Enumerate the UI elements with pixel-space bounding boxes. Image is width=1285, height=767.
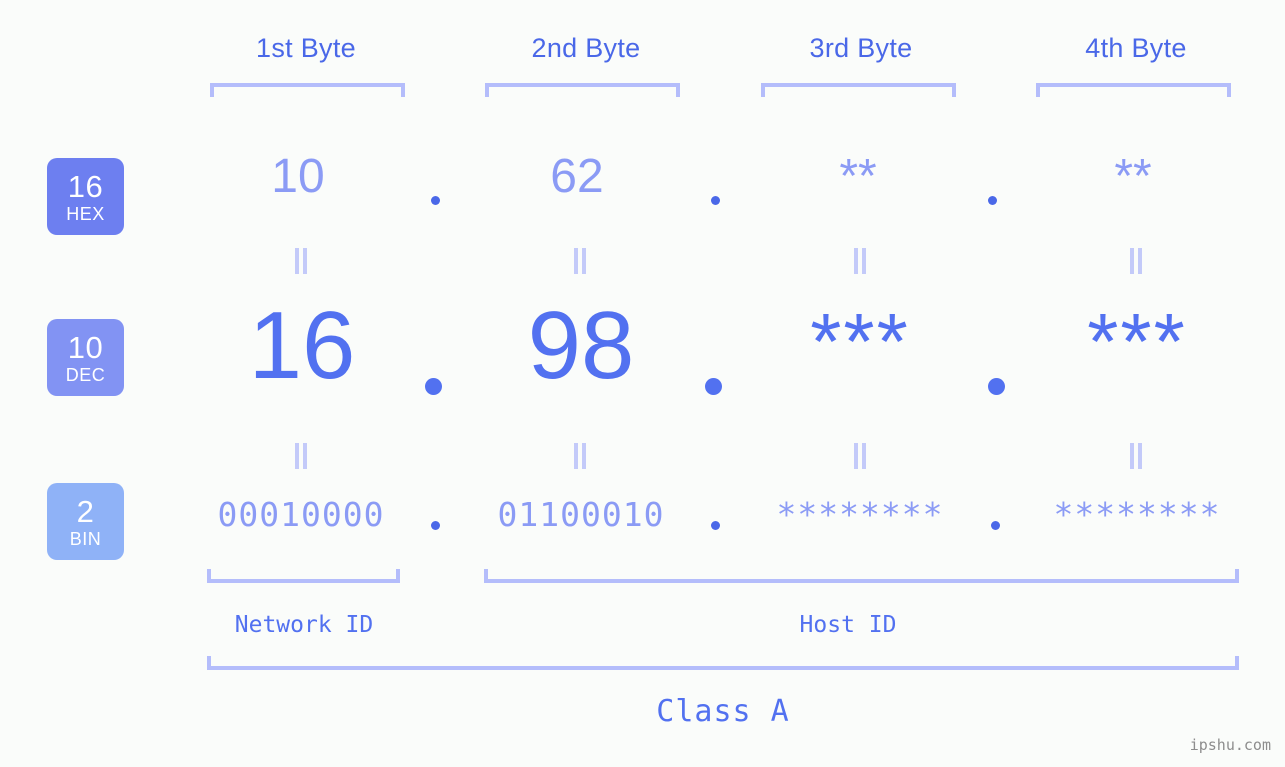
byte-header-1: 1st Byte <box>256 33 356 63</box>
hex-byte-3-value: ** <box>839 150 877 203</box>
base-badge-bin-number: 2 <box>76 493 95 529</box>
host-id-label: Host ID <box>799 612 897 638</box>
network-id-bracket-icon <box>207 569 400 583</box>
site-watermark: ipshu.com <box>1189 736 1271 754</box>
hex-byte-2-value: 62 <box>550 150 604 203</box>
equals-icon-hex-dec-1 <box>292 248 310 274</box>
equals-icon-dec-bin-3 <box>851 443 869 469</box>
byte-bracket-3-icon <box>761 83 956 97</box>
hex-byte-4-value: ** <box>1114 150 1152 203</box>
dec-separator-dot-3 <box>988 378 1005 395</box>
equals-icon-hex-dec-3 <box>851 248 869 274</box>
base-badge-dec-number: 10 <box>67 329 104 365</box>
byte-bracket-4-icon <box>1036 83 1231 97</box>
byte-bracket-1-icon <box>210 83 405 97</box>
base-badge-hex: 16 HEX <box>47 158 124 235</box>
bin-byte-2-value: 01100010 <box>497 495 665 534</box>
class-label: Class A <box>656 694 790 729</box>
bin-separator-dot-3 <box>991 521 1000 530</box>
equals-icon-dec-bin-1 <box>292 443 310 469</box>
equals-icon-dec-bin-2 <box>571 443 589 469</box>
byte-header-3: 3rd Byte <box>809 33 913 63</box>
bin-byte-1-value: 00010000 <box>217 495 385 534</box>
base-badge-bin: 2 BIN <box>47 483 124 560</box>
dec-byte-3-value: *** <box>810 297 910 386</box>
equals-icon-dec-bin-4 <box>1127 443 1145 469</box>
hex-separator-dot-2 <box>711 196 720 205</box>
bin-separator-dot-1 <box>431 521 440 530</box>
dec-separator-dot-2 <box>705 378 722 395</box>
equals-icon-hex-dec-2 <box>571 248 589 274</box>
dec-byte-1-value: 16 <box>248 292 356 399</box>
equals-icon-hex-dec-4 <box>1127 248 1145 274</box>
base-badge-hex-label: HEX <box>66 203 105 224</box>
base-badge-bin-label: BIN <box>69 528 102 549</box>
byte-bracket-2-icon <box>485 83 680 97</box>
dec-byte-4-value: *** <box>1087 297 1187 386</box>
byte-header-4: 4th Byte <box>1085 33 1187 63</box>
hex-separator-dot-1 <box>431 196 440 205</box>
bin-byte-4-value: ******** <box>1053 495 1221 534</box>
dec-separator-dot-1 <box>425 378 442 395</box>
hex-separator-dot-3 <box>988 196 997 205</box>
base-badge-hex-number: 16 <box>67 168 104 204</box>
bin-separator-dot-2 <box>711 521 720 530</box>
base-badge-dec-label: DEC <box>65 364 106 385</box>
ip-address-breakdown-diagram: 1st Byte 2nd Byte 3rd Byte 4th Byte 16 H… <box>0 0 1285 767</box>
base-badge-dec: 10 DEC <box>47 319 124 396</box>
network-id-label: Network ID <box>234 612 374 638</box>
dec-byte-2-value: 98 <box>527 292 635 399</box>
host-id-bracket-icon <box>484 569 1239 583</box>
bin-byte-3-value: ******** <box>776 495 944 534</box>
class-bracket-icon <box>207 656 1239 670</box>
byte-header-2: 2nd Byte <box>531 33 641 63</box>
hex-byte-1-value: 10 <box>271 150 325 203</box>
